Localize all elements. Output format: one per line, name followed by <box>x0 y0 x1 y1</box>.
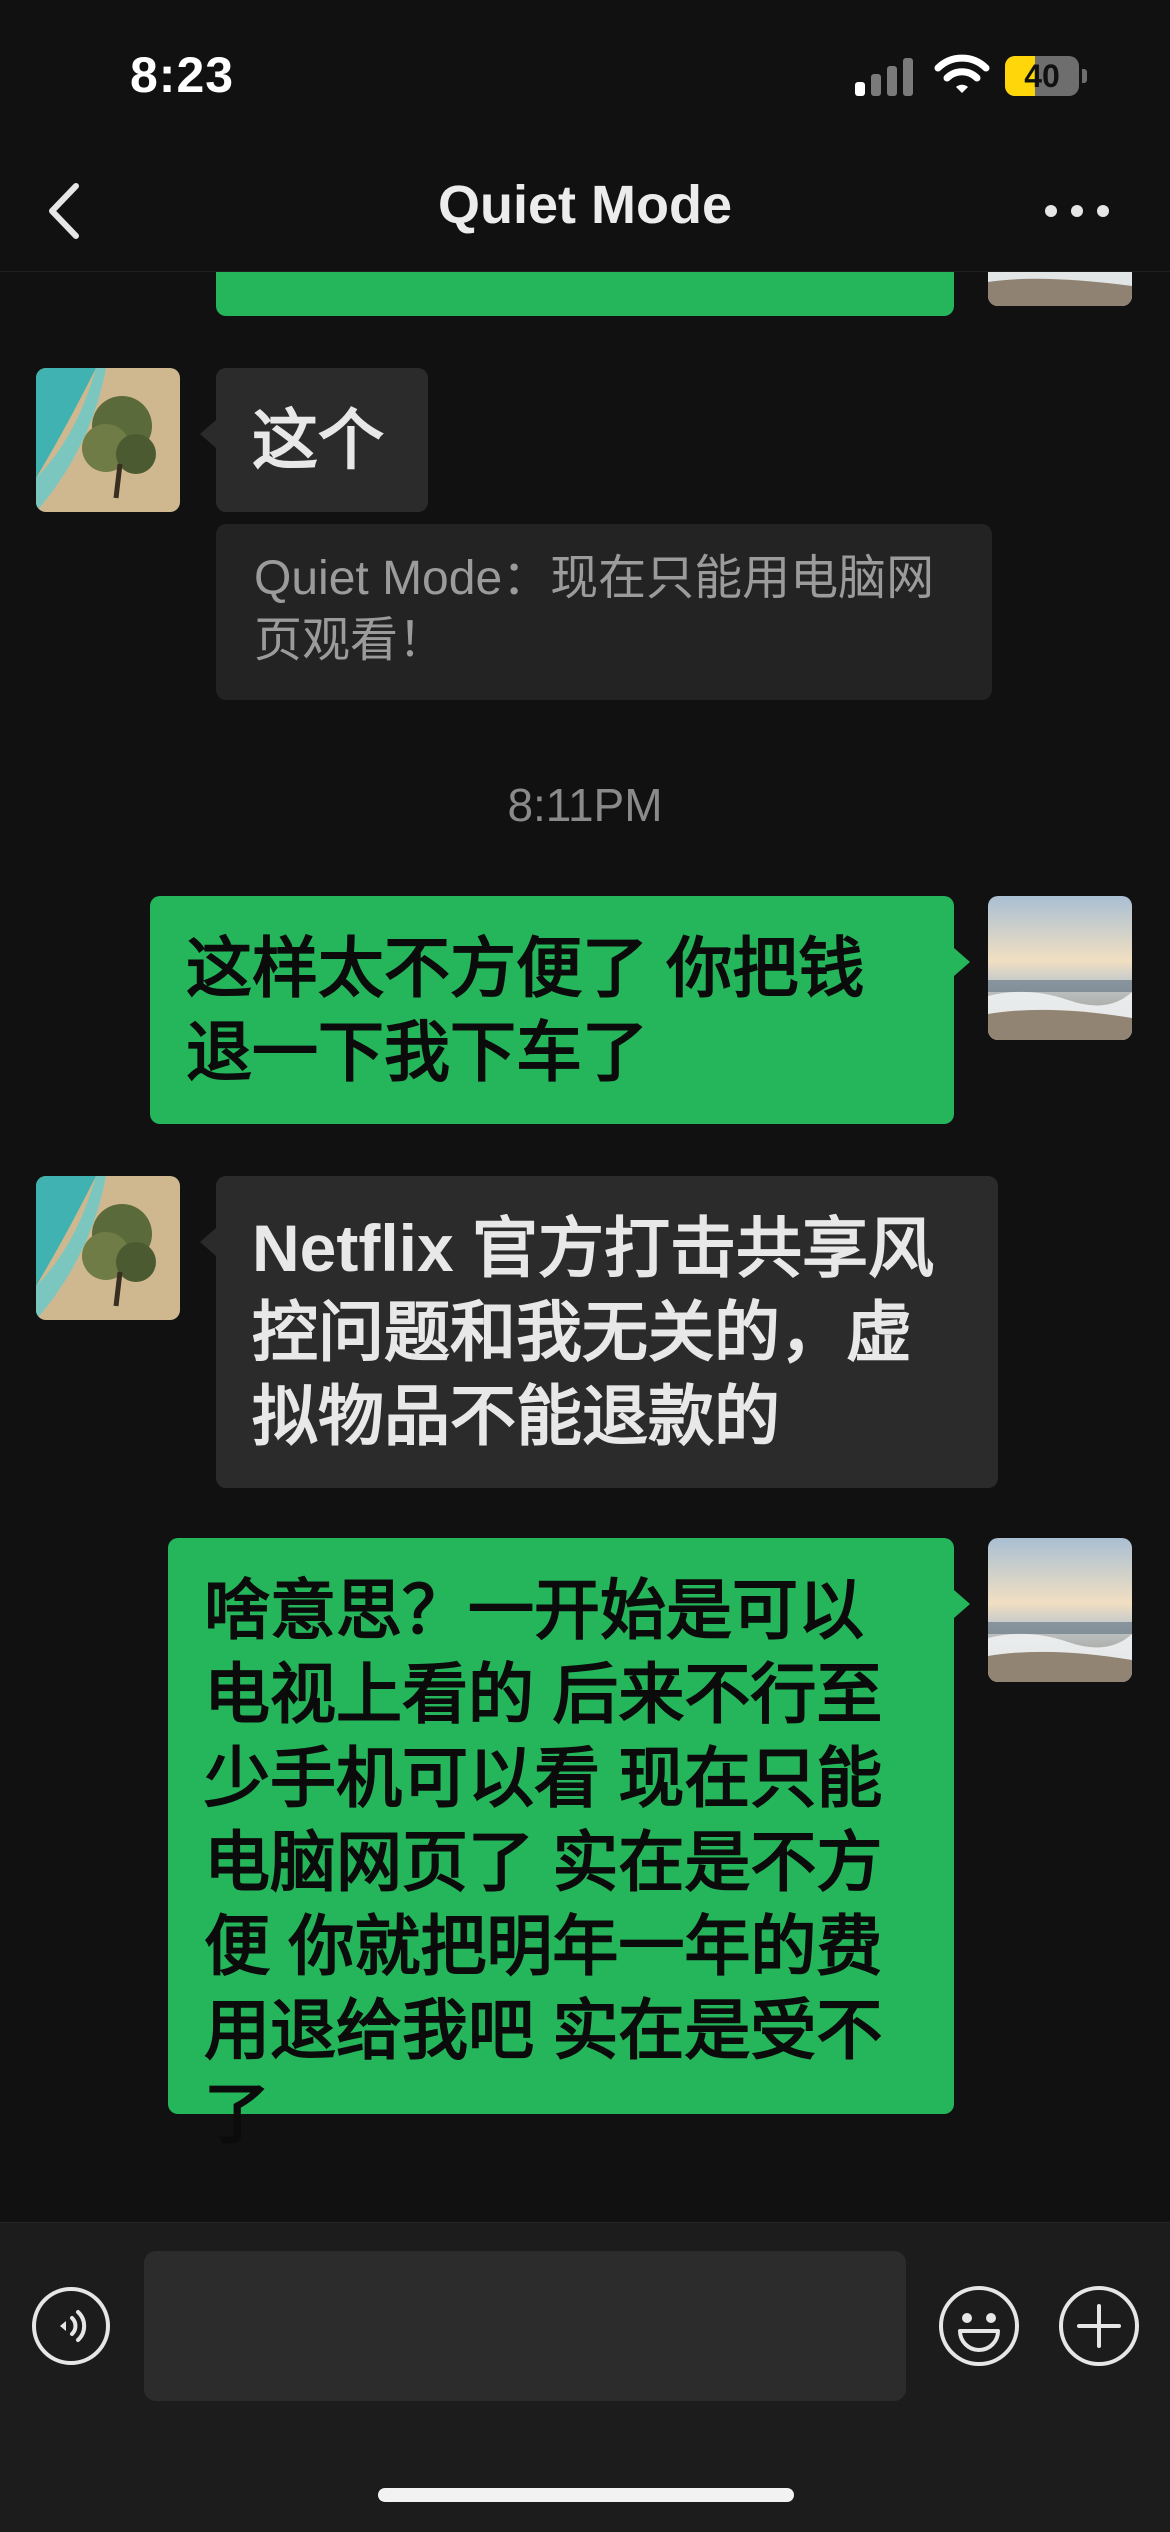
message-bubble-incoming[interactable]: Netflix 官方打击共享风控问题和我无关的，虚拟物品不能退款的 <box>216 1176 998 1488</box>
ellipsis-icon[interactable] <box>1042 200 1112 222</box>
message-bubble-incoming[interactable]: 这个 <box>216 368 428 512</box>
quoted-message-text: Quiet Mode：现在只能用电脑网页观看！ <box>254 552 935 667</box>
battery-indicator: 40 <box>1005 56 1087 96</box>
message-text: 这样太不方便了 你把钱退一下我下车了 <box>186 931 865 1089</box>
message-text: 啥意思？一开始是可以电视上看的 后来不行至少手机可以看 现在只能电脑网页了 实在… <box>204 1573 883 2151</box>
bubble-tail <box>200 1228 216 1256</box>
message-text: 这个 <box>252 403 384 477</box>
message-bubble-outgoing[interactable]: …… <box>216 272 954 316</box>
status-time: 8:23 <box>130 47 235 103</box>
my-avatar[interactable] <box>988 1538 1132 1682</box>
wifi-icon <box>934 54 990 93</box>
my-avatar[interactable] <box>988 896 1132 1040</box>
message-bubble-outgoing[interactable]: 这样太不方便了 你把钱退一下我下车了 <box>150 896 954 1124</box>
message-list[interactable]: …… 这个 Quiet Mode：现在只能用电脑网页观看 <box>0 272 1170 2222</box>
battery-level: 40 <box>1024 58 1060 94</box>
bubble-tail <box>200 420 216 448</box>
quoted-message[interactable]: Quiet Mode：现在只能用电脑网页观看！ <box>216 524 992 700</box>
my-avatar[interactable] <box>988 272 1132 306</box>
message-bubble-outgoing[interactable]: 啥意思？一开始是可以电视上看的 后来不行至少手机可以看 现在只能电脑网页了 实在… <box>168 1538 954 2151</box>
contact-avatar[interactable] <box>36 1176 180 1320</box>
bubble-tail <box>954 948 970 976</box>
timestamp: 8:11PM <box>507 779 663 831</box>
message-text: Netflix 官方打击共享风控问题和我无关的，虚拟物品不能退款的 <box>252 1211 935 1453</box>
chat-title: Quiet Mode <box>438 175 732 235</box>
chat-header: Quiet Mode <box>0 150 1170 272</box>
input-bar <box>0 2222 1170 2532</box>
message-input[interactable] <box>144 2251 906 2401</box>
bubble-tail <box>954 1590 970 1618</box>
voice-icon[interactable] <box>30 2285 112 2367</box>
plus-icon[interactable] <box>1056 2283 1142 2369</box>
contact-avatar[interactable] <box>36 368 180 512</box>
emoji-icon[interactable] <box>936 2283 1022 2369</box>
status-bar: 8:23 40 <box>0 0 1170 150</box>
cellular-signal-icon <box>855 56 913 96</box>
home-indicator[interactable] <box>378 2488 794 2502</box>
